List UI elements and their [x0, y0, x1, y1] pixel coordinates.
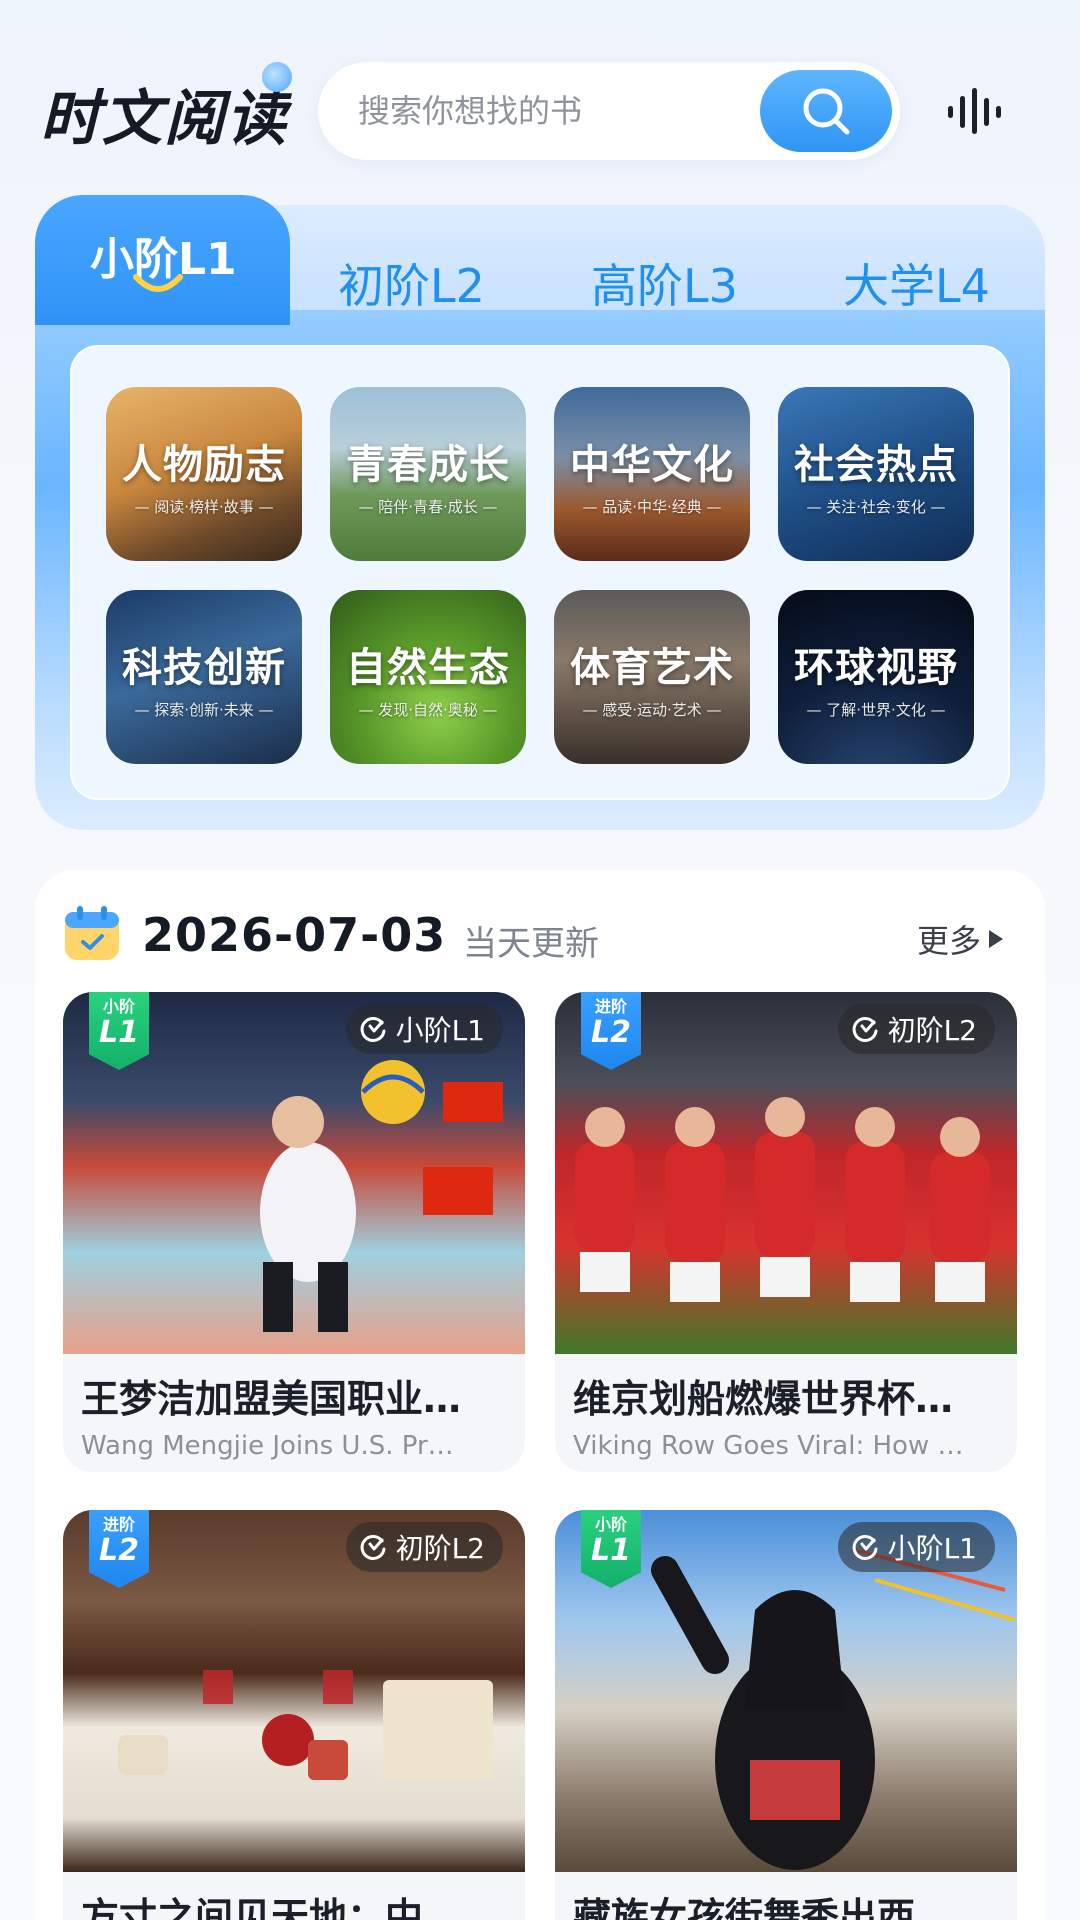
level-tag-top: 进阶 [594, 997, 627, 1016]
refresh-icon [852, 1534, 878, 1560]
article-title: 方寸之间见天地：中… [81, 1895, 462, 1920]
article-image: 小阶 L1 小阶L1 [63, 992, 525, 1354]
category-name: 人物励志 [122, 441, 286, 488]
category-social-topics[interactable]: 社会热点 — 关注·社会·变化 — [778, 387, 974, 561]
level-tag: 进阶 L2 [581, 992, 641, 1070]
category-name: 自然生态 [346, 644, 510, 691]
category-sub: — 品读·中华·经典 — [582, 497, 722, 516]
category-grid: 人物励志 — 阅读·榜样·故事 — 青春成长 — 陪伴·青春·成长 — 中华文化… [70, 345, 1010, 800]
search-input[interactable] [358, 86, 738, 136]
level-tag: 小阶 L1 [89, 992, 149, 1070]
category-sub: — 感受·运动·艺术 — [582, 700, 722, 719]
level-tag-top: 小阶 [594, 1515, 627, 1534]
level-pill: 初阶L2 [345, 1522, 503, 1572]
level-pill-label: 初阶L2 [887, 1014, 977, 1047]
article-card[interactable]: 小阶 L1 小阶L1 王梦洁加盟美国职业… Wang Mengjie Joins… [63, 992, 525, 1472]
level-tag-level: L1 [99, 1015, 139, 1050]
update-label: 当天更新 [463, 924, 599, 964]
refresh-icon [360, 1534, 386, 1560]
app-title: 时文阅读 [40, 84, 288, 154]
level-pill: 小阶L1 [837, 1522, 995, 1572]
level-pill: 小阶L1 [345, 1004, 503, 1054]
level-tag: 小阶 L1 [581, 1510, 641, 1588]
update-date: 2026-07-03 [142, 908, 447, 962]
category-sub: — 陪伴·青春·成长 — [358, 497, 498, 516]
search-bar[interactable] [318, 62, 900, 160]
category-sub: — 探索·创新·未来 — [134, 700, 274, 719]
daily-updates: 2026-07-03 当天更新 更多 小阶 L1 小阶L1 王梦洁加盟美国职业…… [35, 870, 1045, 1920]
category-name: 中华文化 [570, 441, 734, 488]
category-sub: — 关注·社会·变化 — [806, 497, 946, 516]
search-button[interactable] [760, 70, 892, 152]
tab-level-3[interactable]: 高阶L3 [591, 250, 738, 316]
level-pill-label: 初阶L2 [395, 1532, 485, 1565]
header: 时文阅读 [0, 0, 1080, 200]
level-tag-top: 进阶 [102, 1515, 135, 1534]
category-inspiration[interactable]: 人物励志 — 阅读·榜样·故事 — [106, 387, 302, 561]
level-panel: 小阶L1 初阶L2 高阶L3 大学L4 人物励志 — 阅读·榜样·故事 — 青春… [35, 195, 1045, 830]
category-youth[interactable]: 青春成长 — 陪伴·青春·成长 — [330, 387, 526, 561]
article-title: 维京划船燃爆世界杯… [573, 1377, 954, 1421]
voice-icon[interactable] [940, 86, 1020, 136]
category-sub: — 阅读·榜样·故事 — [134, 497, 274, 516]
level-tag-level: L2 [99, 1533, 139, 1568]
category-name: 科技创新 [122, 644, 286, 691]
more-label: 更多 [917, 922, 982, 960]
level-pill-label: 小阶L1 [887, 1532, 977, 1565]
article-title: 藏族女孩街舞秀出西… [573, 1895, 954, 1920]
article-image: 小阶 L1 小阶L1 [555, 1510, 1017, 1872]
category-name: 社会热点 [794, 441, 958, 488]
article-card[interactable]: 进阶 L2 初阶L2 维京划船燃爆世界杯… Viking Row Goes Vi… [555, 992, 1017, 1472]
level-tag-level: L1 [591, 1533, 631, 1568]
title-decoration [262, 62, 292, 92]
level-pill-label: 小阶L1 [395, 1014, 485, 1047]
article-title: 王梦洁加盟美国职业… [81, 1377, 462, 1421]
category-sub: — 了解·世界·文化 — [806, 700, 946, 719]
category-sports-arts[interactable]: 体育艺术 — 感受·运动·艺术 — [554, 590, 750, 764]
calendar-icon [65, 906, 119, 960]
search-icon [803, 88, 850, 135]
article-image: 进阶 L2 初阶L2 [63, 1510, 525, 1872]
article-card[interactable]: 进阶 L2 初阶L2 方寸之间见天地：中… [63, 1510, 525, 1920]
category-name: 环球视野 [794, 644, 958, 691]
refresh-icon [360, 1016, 386, 1042]
level-tag: 进阶 L2 [89, 1510, 149, 1588]
article-image: 进阶 L2 初阶L2 [555, 992, 1017, 1354]
play-arrow-icon [989, 930, 1004, 948]
level-tag-top: 小阶 [102, 997, 135, 1016]
tab-level-2[interactable]: 初阶L2 [338, 250, 485, 316]
tab-level-4[interactable]: 大学L4 [843, 250, 990, 316]
level-tag-level: L2 [591, 1015, 631, 1050]
category-tech[interactable]: 科技创新 — 探索·创新·未来 — [106, 590, 302, 764]
article-card[interactable]: 小阶 L1 小阶L1 藏族女孩街舞秀出西… [555, 1510, 1017, 1920]
refresh-icon [852, 1016, 878, 1042]
page: 时文阅读 小阶L1 初阶L2 高阶 [0, 0, 1080, 1920]
tab-level-1[interactable]: 小阶L1 [35, 195, 290, 325]
category-name: 体育艺术 [570, 644, 734, 691]
category-sub: — 发现·自然·奥秘 — [358, 700, 498, 719]
article-subtitle: Wang Mengjie Joins U.S. Pr… [81, 1431, 454, 1461]
more-link[interactable]: 更多 [917, 916, 1005, 962]
smile-icon [133, 274, 183, 292]
category-nature[interactable]: 自然生态 — 发现·自然·奥秘 — [330, 590, 526, 764]
article-subtitle: Viking Row Goes Viral: How … [573, 1431, 964, 1461]
category-chinese-culture[interactable]: 中华文化 — 品读·中华·经典 — [554, 387, 750, 561]
level-pill: 初阶L2 [837, 1004, 995, 1054]
category-global[interactable]: 环球视野 — 了解·世界·文化 — [778, 590, 974, 764]
category-name: 青春成长 [346, 441, 510, 488]
